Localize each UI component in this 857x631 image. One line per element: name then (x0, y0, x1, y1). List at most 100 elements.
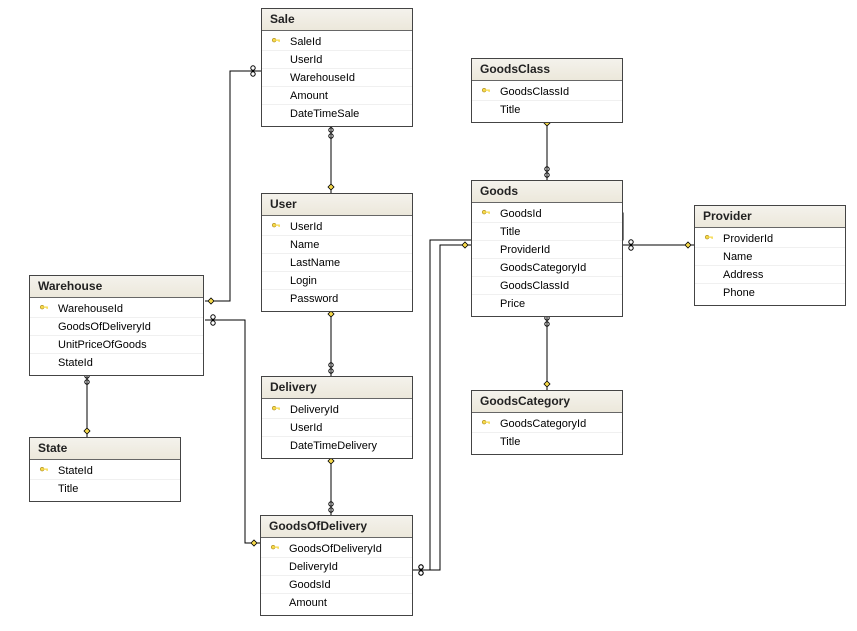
column-row[interactable]: Password (262, 290, 412, 308)
key-icon (36, 466, 52, 476)
column-row[interactable]: WarehouseId (262, 69, 412, 87)
column-name: DeliveryId (284, 404, 339, 416)
column-name: Name (284, 239, 319, 251)
entity-body: GoodsClassId Title (472, 81, 622, 122)
pk-column-row[interactable]: ProviderId (695, 230, 845, 248)
column-name: UserId (284, 54, 322, 66)
entity-goodscategory[interactable]: GoodsCategory GoodsCategoryId Title (471, 390, 623, 455)
column-row[interactable]: DeliveryId (261, 558, 412, 576)
column-name: Amount (284, 90, 328, 102)
entity-goodsofdelivery[interactable]: GoodsOfDelivery GoodsOfDeliveryId Delivery… (260, 515, 413, 616)
entity-provider[interactable]: Provider ProviderId Name Address Phone (694, 205, 846, 306)
entity-header[interactable]: GoodsClass (472, 59, 622, 81)
entity-goods[interactable]: Goods GoodsId Title ProviderId GoodsCategory… (471, 180, 623, 317)
pk-column-row[interactable]: WarehouseId (30, 300, 203, 318)
column-name: Address (717, 269, 763, 281)
column-row[interactable]: UserId (262, 419, 412, 437)
entity-body: UserId Name LastName Login Password (262, 216, 412, 311)
column-row[interactable]: GoodsClassId (472, 277, 622, 295)
entity-header[interactable]: GoodsOfDelivery (261, 516, 412, 538)
column-name: UserId (284, 422, 322, 434)
column-name: Phone (717, 287, 755, 299)
column-name: GoodsId (494, 208, 542, 220)
entity-header[interactable]: Warehouse (30, 276, 203, 298)
column-row[interactable]: Amount (261, 594, 412, 612)
key-icon (267, 544, 283, 554)
entity-header[interactable]: Goods (472, 181, 622, 203)
entity-user[interactable]: User UserId Name LastName Login Password (261, 193, 413, 312)
pk-column-row[interactable]: GoodsCategoryId (472, 415, 622, 433)
column-name: GoodsClassId (494, 86, 569, 98)
entity-sale[interactable]: Sale SaleId UserId WarehouseId Amount DateTim… (261, 8, 413, 127)
entity-header[interactable]: GoodsCategory (472, 391, 622, 413)
entity-body: SaleId UserId WarehouseId Amount DateTimeSal… (262, 31, 412, 126)
column-name: WarehouseId (52, 303, 123, 315)
key-icon (701, 234, 717, 244)
column-row[interactable]: GoodsOfDeliveryId (30, 318, 203, 336)
pk-column-row[interactable]: GoodsId (472, 205, 622, 223)
column-row[interactable]: Name (695, 248, 845, 266)
column-row[interactable]: Title (472, 433, 622, 451)
column-name: DateTimeDelivery (284, 440, 377, 452)
column-name: StateId (52, 465, 93, 477)
column-row[interactable]: Phone (695, 284, 845, 302)
entity-body: DeliveryId UserId DateTimeDelivery (262, 399, 412, 458)
column-name: GoodsId (283, 579, 331, 591)
entity-goodsclass[interactable]: GoodsClass GoodsClassId Title (471, 58, 623, 123)
entity-delivery[interactable]: Delivery DeliveryId UserId DateTimeDelivery (261, 376, 413, 459)
column-row[interactable]: Title (472, 101, 622, 119)
key-icon (268, 37, 284, 47)
key-icon (268, 405, 284, 415)
column-row[interactable]: Address (695, 266, 845, 284)
pk-column-row[interactable]: UserId (262, 218, 412, 236)
column-name: Title (494, 226, 520, 238)
column-name: GoodsOfDeliveryId (52, 321, 151, 333)
column-row[interactable]: Price (472, 295, 622, 313)
column-name: LastName (284, 257, 340, 269)
column-name: GoodsClassId (494, 280, 569, 292)
column-row[interactable]: StateId (30, 354, 203, 372)
column-row[interactable]: DateTimeDelivery (262, 437, 412, 455)
column-row[interactable]: UnitPriceOfGoods (30, 336, 203, 354)
column-name: Password (284, 293, 338, 305)
column-row[interactable]: LastName (262, 254, 412, 272)
pk-column-row[interactable]: GoodsClassId (472, 83, 622, 101)
entity-header[interactable]: Sale (262, 9, 412, 31)
column-row[interactable]: DateTimeSale (262, 105, 412, 123)
column-row[interactable]: Amount (262, 87, 412, 105)
column-name: WarehouseId (284, 72, 355, 84)
column-name: DeliveryId (283, 561, 338, 573)
column-row[interactable]: GoodsId (261, 576, 412, 594)
entity-header[interactable]: User (262, 194, 412, 216)
pk-column-row[interactable]: GoodsOfDeliveryId (261, 540, 412, 558)
entity-header[interactable]: Delivery (262, 377, 412, 399)
column-row[interactable]: ProviderId (472, 241, 622, 259)
entity-header[interactable]: State (30, 438, 180, 460)
column-name: GoodsCategoryId (494, 418, 586, 430)
column-row[interactable]: Login (262, 272, 412, 290)
column-row[interactable]: Name (262, 236, 412, 254)
column-row[interactable]: Title (472, 223, 622, 241)
column-row[interactable]: GoodsCategoryId (472, 259, 622, 277)
pk-column-row[interactable]: DeliveryId (262, 401, 412, 419)
column-row[interactable]: Title (30, 480, 180, 498)
entity-state[interactable]: State StateId Title (29, 437, 181, 502)
column-name: GoodsOfDeliveryId (283, 543, 382, 555)
pk-column-row[interactable]: SaleId (262, 33, 412, 51)
column-name: Name (717, 251, 752, 263)
key-icon (478, 209, 494, 219)
column-name: DateTimeSale (284, 108, 359, 120)
column-name: Title (494, 436, 520, 448)
column-row[interactable]: UserId (262, 51, 412, 69)
column-name: Login (284, 275, 317, 287)
pk-column-row[interactable]: StateId (30, 462, 180, 480)
entity-body: StateId Title (30, 460, 180, 501)
entity-body: WarehouseId GoodsOfDeliveryId UnitPriceOfG… (30, 298, 203, 375)
key-icon (478, 87, 494, 97)
entity-warehouse[interactable]: Warehouse WarehouseId GoodsOfDeliveryId Uni… (29, 275, 204, 376)
key-icon (478, 419, 494, 429)
entity-header[interactable]: Provider (695, 206, 845, 228)
column-name: ProviderId (494, 244, 550, 256)
entity-body: GoodsId Title ProviderId GoodsCategoryId Goo… (472, 203, 622, 316)
column-name: SaleId (284, 36, 321, 48)
